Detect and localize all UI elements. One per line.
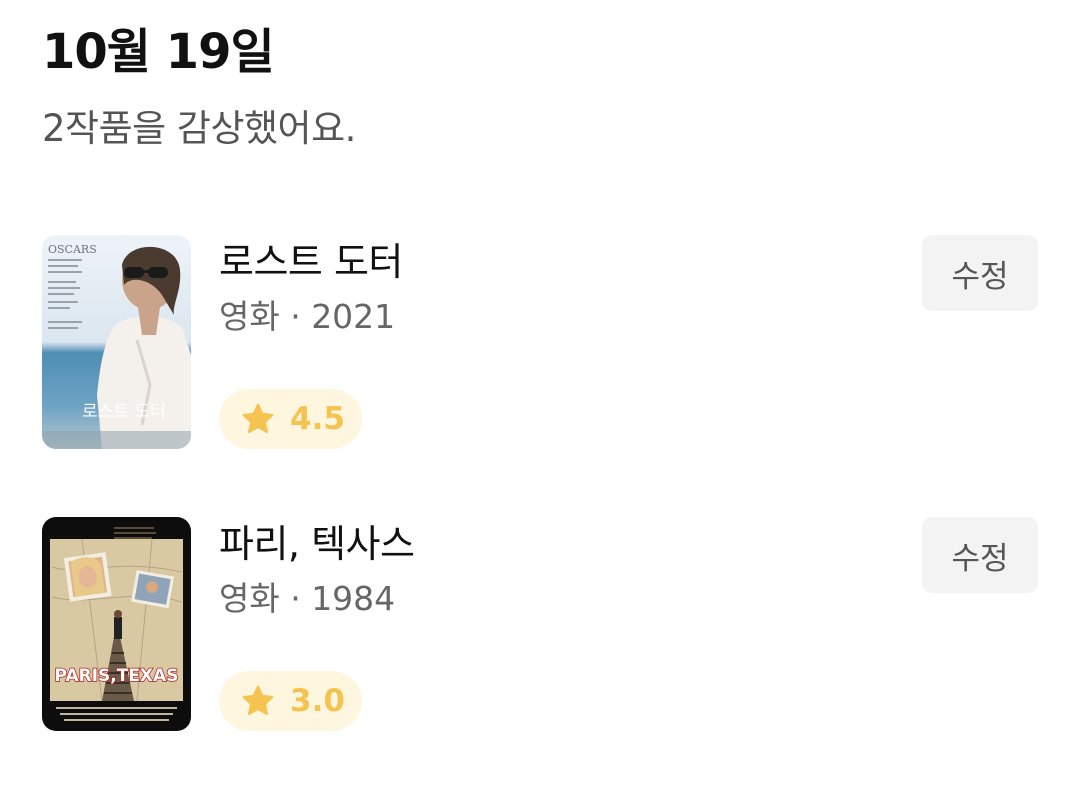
rating-value: 4.5 bbox=[290, 401, 345, 437]
movie-title[interactable]: 로스트 도터 bbox=[219, 237, 403, 287]
movie-meta: 영화 · 1984 bbox=[219, 579, 396, 618]
poster-title: 로스트 도터 bbox=[82, 402, 166, 422]
list-item[interactable]: PARIS,TEXAS 파리, 텍사스 영화 · 1984 3.0 수정 bbox=[42, 517, 1038, 731]
watched-summary: 2작품을 감상했어요. bbox=[42, 107, 356, 150]
movie-title[interactable]: 파리, 텍사스 bbox=[219, 519, 415, 569]
star-icon bbox=[242, 685, 274, 716]
edit-button[interactable]: 수정 bbox=[922, 517, 1038, 593]
movie-poster[interactable]: PARIS,TEXAS bbox=[42, 517, 191, 731]
edit-button[interactable]: 수정 bbox=[922, 235, 1038, 311]
list-item[interactable]: OSCARS 로스트 도터 로스트 도터 영화 · 2021 4.5 수정 bbox=[42, 235, 1038, 449]
movie-meta: 영화 · 2021 bbox=[219, 297, 396, 336]
rating-badge: 3.0 bbox=[219, 671, 362, 731]
rating-badge: 4.5 bbox=[219, 389, 362, 449]
date-title: 10월 19일 bbox=[42, 24, 275, 80]
poster-title: PARIS,TEXAS bbox=[55, 666, 179, 686]
star-icon bbox=[242, 403, 274, 434]
poster-brand: OSCARS bbox=[48, 243, 97, 256]
movie-poster[interactable]: OSCARS 로스트 도터 bbox=[42, 235, 191, 449]
rating-value: 3.0 bbox=[290, 683, 345, 719]
